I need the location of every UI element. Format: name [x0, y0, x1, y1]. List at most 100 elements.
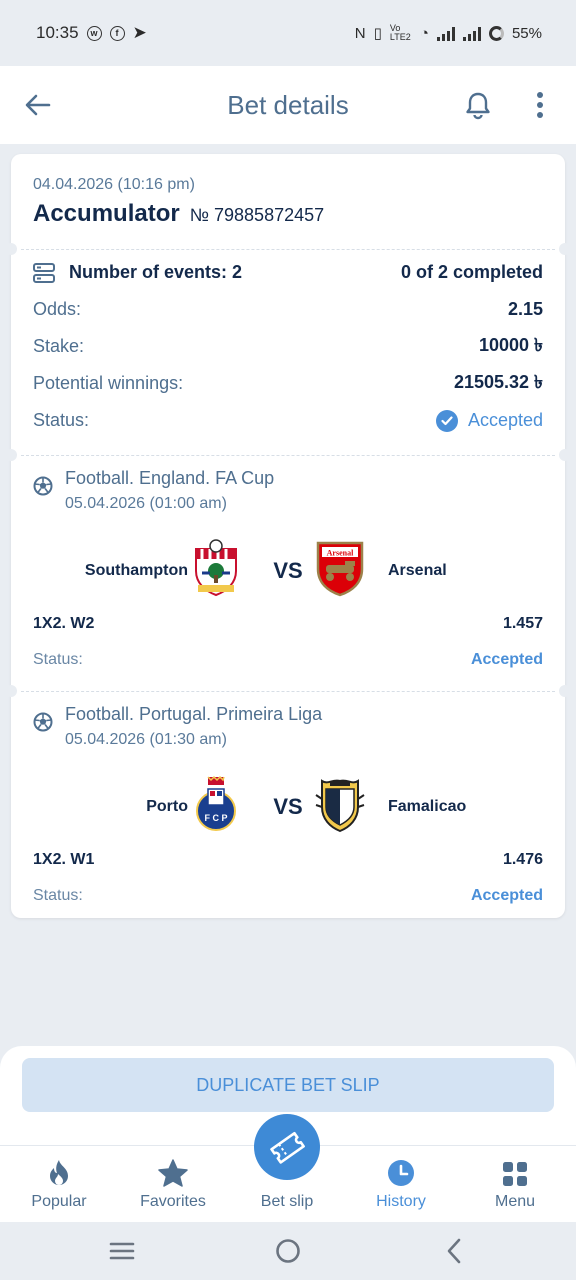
odds-row: Odds: 2.15: [33, 291, 543, 328]
grid-menu-icon: [503, 1162, 527, 1186]
arsenal-crest-icon: Arsenal: [316, 541, 364, 597]
nav-menu[interactable]: Menu: [458, 1146, 572, 1223]
card-notch: [559, 449, 571, 461]
market-label: 1X2. W1: [33, 851, 95, 868]
nav-history-label: History: [376, 1193, 426, 1210]
event-date: 05.04.2026 (01:00 am): [65, 495, 227, 512]
odds-value: 2.15: [507, 299, 543, 319]
signal-icon: [436, 26, 455, 41]
event-date: 05.04.2026 (01:30 am): [65, 731, 227, 748]
football-icon: [33, 712, 53, 732]
event-status-value: Accepted: [470, 887, 543, 904]
event-status-row: Status: Accepted: [33, 887, 543, 905]
recent-apps-icon: [109, 1242, 135, 1260]
event-odds: 1.476: [502, 851, 543, 868]
system-back-button[interactable]: [424, 1222, 484, 1280]
card-notch: [559, 243, 571, 255]
bet-details-card: 04.04.2026 (10:16 pm) Accumulator № 7988…: [5, 154, 571, 918]
winnings-label: Potential winnings:: [33, 373, 184, 393]
event-status-label: Status:: [33, 651, 83, 668]
whatsapp-icon: w: [86, 25, 102, 41]
svg-text:Arsenal: Arsenal: [327, 549, 354, 558]
facebook-icon: f: [109, 25, 125, 41]
away-team-name: Arsenal: [388, 562, 447, 579]
market-row: 1X2. W1 1.476: [33, 851, 543, 869]
app-header: Bet details: [0, 66, 576, 144]
arrow-left-icon: [25, 94, 51, 116]
battery-icon: [488, 25, 504, 41]
duplicate-bet-slip-button[interactable]: DUPLICATE BET SLIP: [22, 1058, 554, 1112]
card-notch: [5, 449, 17, 461]
event-league: Football. England. FA Cup: [65, 468, 275, 488]
event-status-label: Status:: [33, 887, 83, 904]
bet-summary: 04.04.2026 (10:16 pm) Accumulator № 7988…: [33, 176, 324, 228]
stake-row: Stake: 10000 ৳: [33, 328, 543, 365]
battery-percent: 55%: [511, 24, 542, 42]
events-row: Number of events: 2 0 of 2 completed: [33, 254, 543, 291]
market-label: 1X2. W2: [33, 615, 95, 632]
page-title: Bet details: [227, 89, 349, 120]
event-item[interactable]: Football. Portugal. Primeira Liga 05.04.…: [33, 704, 543, 905]
divider: [21, 455, 555, 456]
bet-slip-fab[interactable]: [254, 1114, 320, 1180]
wifi-icon: ◔: [419, 24, 429, 42]
status-bar: 10:35 w f ➤ N ▯ Vo LTE2 ◔ 55%: [0, 0, 576, 66]
ticket-icon: [270, 1131, 305, 1164]
bet-type: Accumulator: [33, 200, 180, 227]
events-count: Number of events: 2: [69, 262, 243, 282]
porto-crest-icon: F C P: [196, 775, 236, 831]
nav-favorites-label: Favorites: [140, 1193, 206, 1210]
event-status-row: Status: Accepted: [33, 651, 543, 669]
famalicao-crest-icon: [315, 779, 365, 833]
nav-popular[interactable]: Popular: [2, 1146, 116, 1223]
bet-info: Number of events: 2 0 of 2 completed Odd…: [33, 254, 543, 439]
signal-icon-2: [462, 26, 481, 41]
nav-popular-label: Popular: [31, 1193, 87, 1210]
back-button[interactable]: [10, 66, 66, 144]
card-notch: [5, 685, 17, 697]
star-icon: [158, 1159, 188, 1187]
status-row: Status: Accepted: [33, 402, 543, 439]
football-icon: [33, 476, 53, 496]
bet-date: 04.04.2026 (10:16 pm): [33, 176, 195, 193]
more-options-button[interactable]: [512, 66, 568, 144]
odds-label: Odds:: [33, 299, 82, 319]
event-league: Football. Portugal. Primeira Liga: [65, 704, 323, 724]
versus-label: VS: [273, 558, 303, 583]
clock-icon: [388, 1160, 414, 1186]
divider: [21, 249, 555, 250]
event-status-value: Accepted: [470, 651, 543, 668]
events-completed: 0 of 2 completed: [400, 262, 543, 282]
recent-apps-button[interactable]: [92, 1222, 152, 1280]
home-button[interactable]: [258, 1222, 318, 1280]
system-nav-bar: [0, 1222, 576, 1280]
home-team-name: Porto: [146, 798, 188, 815]
nav-history[interactable]: History: [344, 1146, 458, 1223]
notifications-button[interactable]: [450, 66, 506, 144]
vibrate-icon: ▯: [373, 25, 382, 42]
send-icon: ➤: [132, 23, 147, 42]
home-team-name: Southampton: [84, 562, 188, 579]
status-time: 10:35: [36, 23, 79, 42]
market-row: 1X2. W2 1.457: [33, 615, 543, 633]
divider: [21, 691, 555, 692]
status-badge: Accepted: [435, 409, 543, 432]
home-circle-icon: [276, 1239, 300, 1263]
status-label: Status:: [33, 410, 90, 430]
svg-text:F C P: F C P: [204, 813, 227, 823]
nav-menu-label: Menu: [494, 1193, 536, 1210]
more-vertical-icon: [537, 92, 543, 118]
card-notch: [559, 685, 571, 697]
nav-bet-slip-label: Bet slip: [260, 1193, 314, 1210]
southampton-crest-icon: [195, 539, 237, 597]
bet-number: № 79885872457: [189, 205, 325, 225]
nav-favorites[interactable]: Favorites: [116, 1146, 230, 1223]
flame-icon: [50, 1160, 68, 1185]
event-item[interactable]: Football. England. FA Cup 05.04.2026 (01…: [33, 468, 543, 669]
volte-icon: Vo LTE2: [389, 23, 411, 42]
nfc-icon: N: [354, 24, 366, 42]
winnings-row: Potential winnings: 21505.32 ৳: [33, 365, 543, 402]
card-notch: [5, 243, 17, 255]
match-row: Porto F C P VS Famalicao: [33, 765, 543, 849]
stake-label: Stake:: [33, 336, 85, 356]
